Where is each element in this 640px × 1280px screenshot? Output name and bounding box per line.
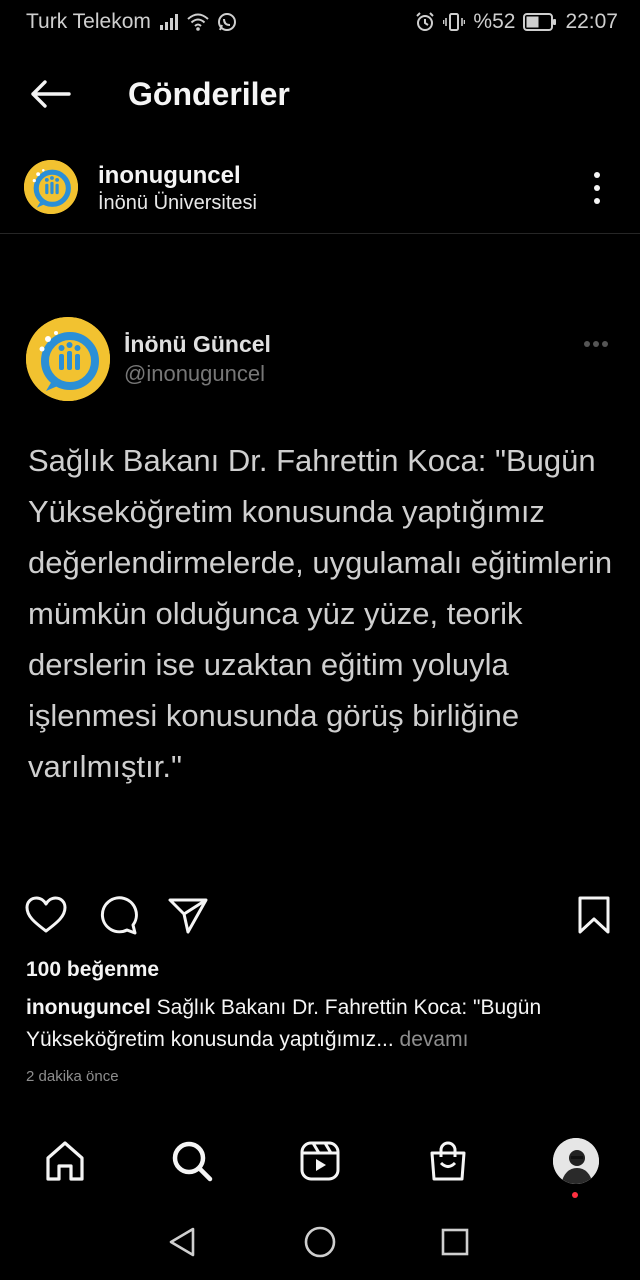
system-back-button[interactable] — [164, 1224, 200, 1260]
bottom-nav — [0, 1130, 640, 1200]
recents-square-icon — [441, 1228, 469, 1256]
nav-home[interactable] — [40, 1136, 90, 1186]
tweet-handle: @inonuguncel — [124, 361, 265, 386]
dot — [584, 341, 590, 347]
profile-notification-dot — [572, 1192, 578, 1198]
whatsapp-icon — [217, 12, 237, 32]
more-vertical-icon — [594, 172, 600, 178]
nav-search[interactable] — [167, 1136, 217, 1186]
more-vertical-dot — [594, 198, 600, 204]
inonu-logo-icon — [26, 317, 110, 401]
caption-ellipsis: ... — [376, 1028, 394, 1051]
shop-icon — [430, 1141, 466, 1181]
alarm-icon — [415, 12, 435, 32]
search-icon — [172, 1141, 213, 1182]
heart-icon — [25, 896, 67, 933]
home-icon — [46, 1141, 84, 1181]
caption-more-link[interactable]: devamı — [394, 1028, 469, 1051]
tweet-avatar — [26, 317, 110, 401]
tweet-text: Sağlık Bakanı Dr. Fahrettin Koca: "Bugün… — [28, 443, 613, 784]
system-nav — [0, 1206, 640, 1280]
comment-icon — [100, 896, 138, 935]
system-home-button[interactable] — [302, 1224, 338, 1260]
post-actions — [0, 892, 640, 942]
battery-icon — [523, 13, 557, 31]
status-bar: Turk Telekom %52 22:07 — [0, 0, 640, 44]
status-left: Turk Telekom — [26, 10, 237, 34]
back-triangle-icon — [169, 1227, 195, 1257]
dot — [593, 341, 599, 347]
comment-button[interactable] — [95, 892, 141, 938]
inonu-logo-icon — [24, 160, 78, 214]
back-button[interactable] — [28, 72, 72, 116]
carrier-name: Turk Telekom — [26, 10, 151, 33]
post-header: inonuguncel İnönü Üniversitesi — [0, 150, 640, 234]
nav-profile[interactable] — [551, 1136, 601, 1186]
like-button[interactable] — [23, 892, 69, 938]
caption[interactable]: inonuguncel Sağlık Bakanı Dr. Fahrettin … — [26, 992, 616, 1056]
post-username[interactable]: inonuguncel — [98, 162, 241, 190]
post-menu-button[interactable] — [582, 168, 612, 208]
post-timestamp: 2 dakika önce — [26, 1068, 119, 1085]
status-right: %52 22:07 — [415, 10, 618, 34]
page-title: Gönderiler — [128, 76, 290, 112]
reels-icon — [300, 1141, 340, 1181]
status-time: 22:07 — [565, 10, 618, 33]
more-vertical-dot — [594, 185, 600, 191]
bookmark-icon — [578, 896, 610, 934]
more-horizontal-icon — [584, 341, 608, 347]
save-button[interactable] — [571, 892, 617, 938]
nav-reels[interactable] — [295, 1136, 345, 1186]
vibrate-icon — [443, 12, 466, 32]
person-avatar-icon — [553, 1138, 599, 1184]
home-circle-icon — [304, 1226, 336, 1258]
caption-username[interactable]: inonuguncel — [26, 996, 151, 1019]
post-avatar[interactable] — [24, 160, 78, 214]
post-location[interactable]: İnönü Üniversitesi — [98, 192, 257, 215]
tweet-display-name: İnönü Güncel — [124, 331, 271, 357]
send-icon — [168, 898, 208, 934]
dot — [602, 341, 608, 347]
wifi-icon — [187, 13, 209, 31]
arrow-left-icon — [31, 80, 71, 108]
post-image[interactable]: İnönü Güncel @inonuguncel Sağlık Bakanı … — [0, 235, 640, 875]
system-recents-button[interactable] — [437, 1224, 473, 1260]
nav-shop[interactable] — [423, 1136, 473, 1186]
battery-percent: %52 — [473, 10, 516, 33]
signal-icon — [159, 14, 179, 30]
profile-avatar — [553, 1138, 599, 1184]
top-bar: Gönderiler — [0, 44, 640, 140]
share-button[interactable] — [165, 892, 211, 938]
likes-count[interactable]: 100 beğenme — [26, 958, 159, 982]
